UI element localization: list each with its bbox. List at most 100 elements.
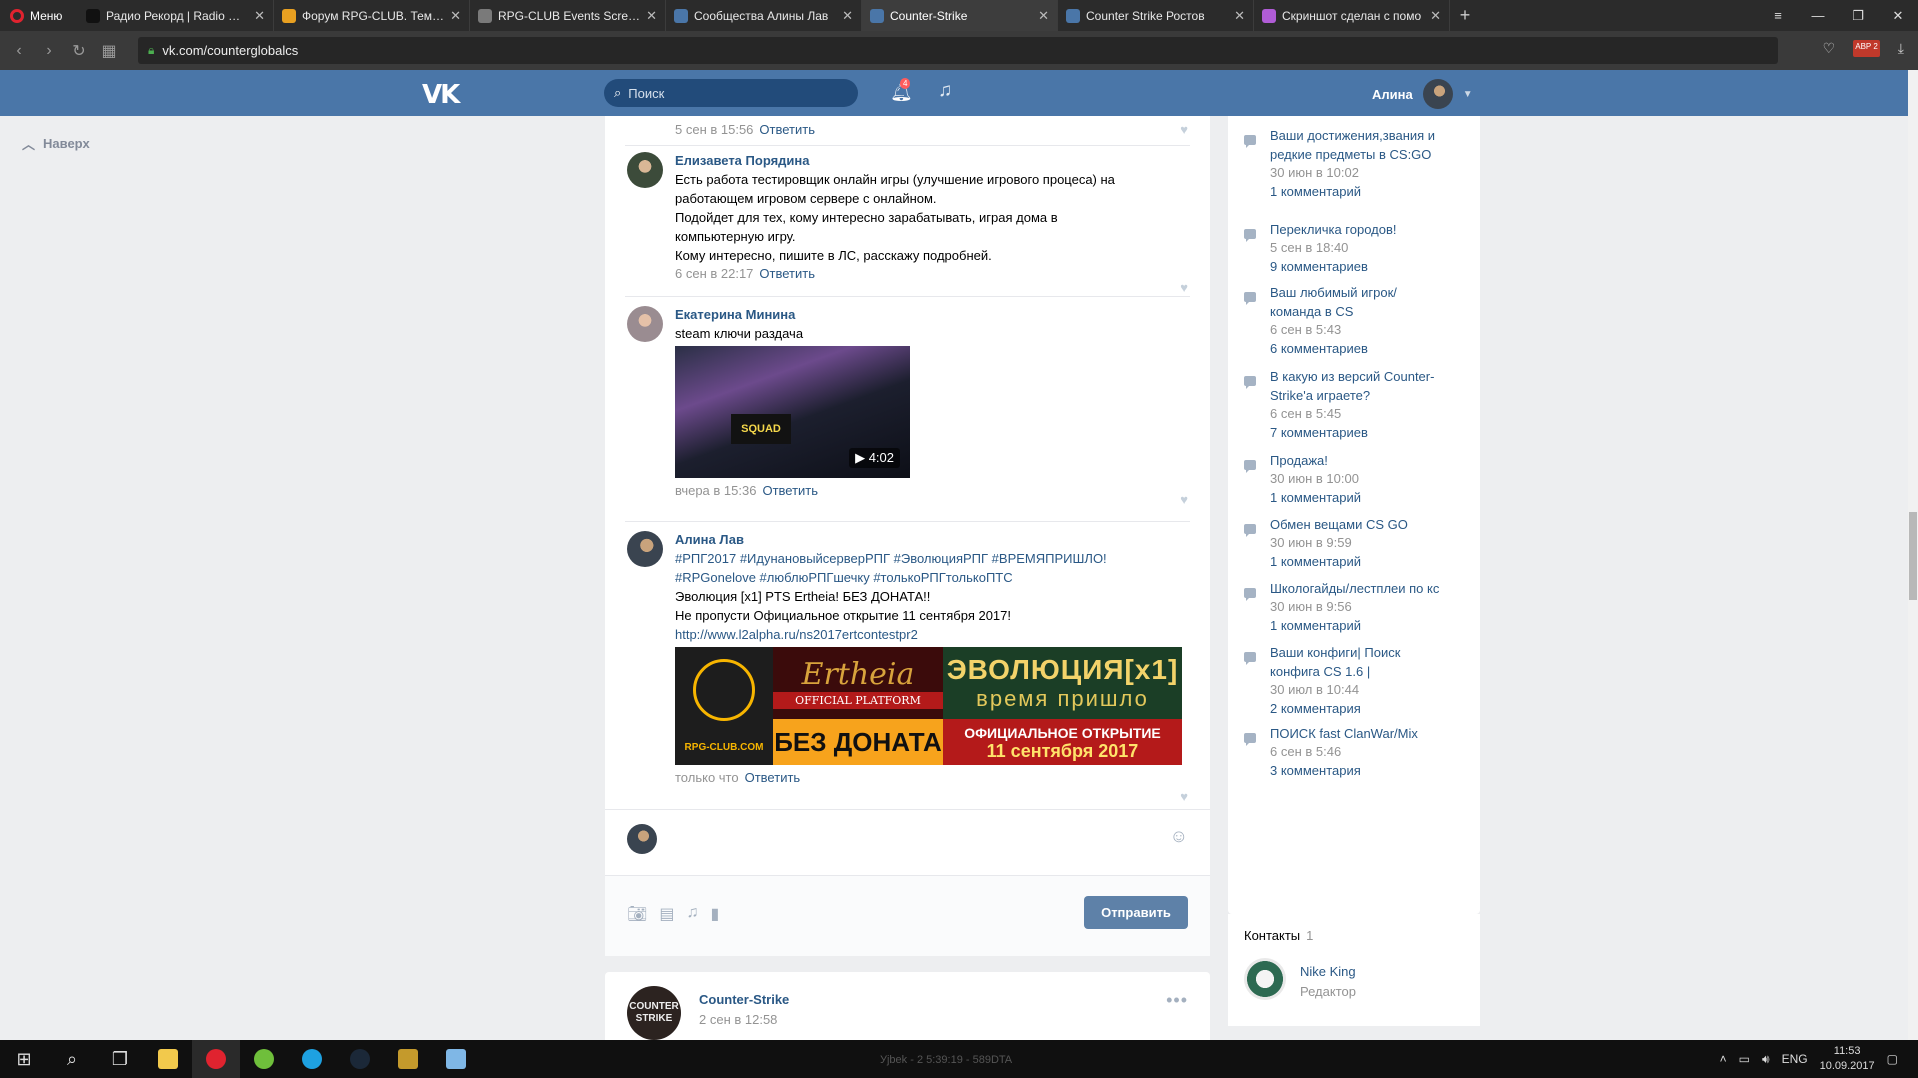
reply-link[interactable]: Ответить [759,266,815,281]
topic-comment-count[interactable]: 7 комментариев [1270,425,1368,440]
comment-link[interactable]: http://www.l2alpha.ru/ns2017ertcontestpr… [675,625,1185,644]
steam-icon[interactable] [336,1040,384,1078]
topic-title[interactable]: Обмен вещами CS GO [1270,515,1470,534]
post-date[interactable]: 2 сен в 12:58 [699,1012,777,1027]
task-view-icon[interactable]: ❐ [96,1040,144,1078]
send-button[interactable]: Отправить [1084,896,1188,929]
file-explorer-icon[interactable] [144,1040,192,1078]
video-attachment[interactable]: SQUAD ▶ 4:02 [675,346,910,478]
contact-avatar[interactable] [1244,958,1286,1000]
vk-logo-icon[interactable]: VK [422,80,460,110]
tab-close-icon[interactable]: ✕ [1038,8,1049,24]
tab-close-icon[interactable]: ✕ [254,8,265,24]
scrollbar-thumb[interactable] [1909,512,1917,600]
comment-author-avatar[interactable] [627,306,663,342]
minimize-icon[interactable]: — [1798,0,1838,31]
skype-icon[interactable] [288,1040,336,1078]
music-note-icon[interactable]: ♫ [686,904,698,924]
comment-input[interactable] [669,824,1129,854]
comment-author[interactable]: Елизавета Порядина [675,152,1185,170]
back-icon[interactable]: ‹ [4,42,34,60]
notepad-icon[interactable] [432,1040,480,1078]
url-field[interactable]: 🔒︎ vk.com/counterglobalcs [138,37,1778,64]
topic-title[interactable]: команда в CS [1270,302,1470,321]
hashtags-line[interactable]: #РПГ2017 #ИдунановыйсерверРПГ #ЭволюцияР… [675,549,1185,568]
promo-banner-image[interactable]: RPG-CLUB.COM Ertheia OFFICIAL PLATFORM Б… [675,647,1182,765]
browser-menu-button[interactable]: Меню [0,0,78,31]
game-app-icon[interactable] [384,1040,432,1078]
browser-tab[interactable]: Counter-Strike ✕ [862,0,1058,31]
video-icon[interactable]: ▤ [659,904,674,924]
heart-bookmark-icon[interactable]: ♡ [1823,40,1836,57]
community-name[interactable]: Counter-Strike [699,992,789,1007]
tab-menu-icon[interactable]: ≡ [1758,0,1798,31]
topic-title[interactable]: Ваши достижения,звания и [1270,126,1470,145]
new-tab-button[interactable]: + [1450,0,1480,31]
topic-title[interactable]: редкие предметы в CS:GO [1270,145,1470,164]
language-indicator[interactable]: ENG [1782,1052,1808,1066]
topic-comment-count[interactable]: 1 комментарий [1270,490,1361,505]
like-heart-icon[interactable]: ♥ [1180,122,1188,137]
search-icon[interactable]: ⌕ [48,1040,96,1078]
close-window-icon[interactable]: ✕ [1878,0,1918,31]
topic-comment-count[interactable]: 1 комментарий [1270,184,1361,199]
download-icon[interactable]: ⤓ [1898,40,1904,57]
scroll-to-top-button[interactable]: ︿ Наверх [22,134,90,153]
like-heart-icon[interactable]: ♥ [1180,492,1188,507]
contacts-header[interactable]: Контакты 1 [1244,928,1313,943]
tab-close-icon[interactable]: ✕ [1430,8,1441,24]
topic-comment-count[interactable]: 6 комментариев [1270,341,1368,356]
volume-icon[interactable]: 🔊︎ [1762,1052,1770,1067]
reply-link[interactable]: Ответить [745,770,801,785]
topic-title[interactable]: Продажа! [1270,451,1470,470]
browser-tab[interactable]: Радио Рекорд | Radio Rec ✕ [78,0,274,31]
topic-title[interactable]: Ваши конфиги| Поиск [1270,643,1470,662]
restore-icon[interactable]: ❐ [1838,0,1878,31]
topic-title[interactable]: Ваш любимый игрок/ [1270,283,1470,302]
reload-icon[interactable]: ↻ [64,41,94,61]
tab-close-icon[interactable]: ✕ [646,8,657,24]
like-heart-icon[interactable]: ♥ [1180,789,1188,804]
topic-comment-count[interactable]: 2 комментария [1270,701,1361,716]
community-avatar[interactable]: COUNTER STRIKE [627,986,681,1040]
contact-name[interactable]: Nike King [1300,964,1356,979]
topic-title[interactable]: Школогайды/лестплеи по кс [1270,579,1470,598]
speed-dial-icon[interactable]: ▦ [94,41,124,61]
topic-title[interactable]: конфига CS 1.6 | [1270,662,1470,681]
forward-icon[interactable]: › [34,42,64,60]
tab-close-icon[interactable]: ✕ [450,8,461,24]
reply-link[interactable]: Ответить [759,122,815,137]
topic-comment-count[interactable]: 9 комментариев [1270,259,1368,274]
clock[interactable]: 11:53 10.09.2017 [1820,1044,1875,1074]
emoji-icon[interactable]: ☺ [1170,826,1188,847]
browser-tab[interactable]: Сообщества Алины Лав ✕ [666,0,862,31]
network-icon[interactable]: ▭ [1739,1052,1750,1066]
search-box[interactable]: ⌕ [604,79,858,107]
tab-close-icon[interactable]: ✕ [1234,8,1245,24]
tab-close-icon[interactable]: ✕ [842,8,853,24]
topic-comment-count[interactable]: 1 комментарий [1270,554,1361,569]
reply-link[interactable]: Ответить [762,483,818,498]
utorrent-icon[interactable] [240,1040,288,1078]
comment-author[interactable]: Екатерина Минина [675,306,1185,324]
topic-title[interactable]: ПОИСК fast ClanWar/Mix [1270,724,1470,743]
browser-tab[interactable]: Скриншот сделан с помо ✕ [1254,0,1450,31]
browser-tab[interactable]: Counter Strike Ростов ✕ [1058,0,1254,31]
topic-comment-count[interactable]: 3 комментария [1270,763,1361,778]
adblock-icon[interactable]: ABP 2 [1853,40,1880,57]
action-center-icon[interactable]: ▢ [1887,1052,1898,1066]
music-icon[interactable]: ♫ [938,80,952,102]
comment-author[interactable]: Алина Лав [675,531,1185,549]
comment-author-avatar[interactable] [627,531,663,567]
windows-start-icon[interactable]: ⊞ [0,1040,48,1078]
search-input[interactable] [628,85,829,101]
more-options-icon[interactable]: ••• [1166,990,1188,1011]
like-heart-icon[interactable]: ♥ [1180,280,1188,295]
browser-tab[interactable]: RPG-CLUB Events Screens ✕ [470,0,666,31]
topic-title[interactable]: Strike'а играете? [1270,386,1470,405]
browser-tab[interactable]: Форум RPG-CLUB. Тема: F ✕ [274,0,470,31]
topic-comment-count[interactable]: 1 комментарий [1270,618,1361,633]
opera-taskbar-icon[interactable] [192,1040,240,1078]
document-icon[interactable]: ▮ [710,904,719,924]
hashtags-line[interactable]: #RPGonelove #люблюРПГшечку #толькоРПГтол… [675,568,1185,587]
